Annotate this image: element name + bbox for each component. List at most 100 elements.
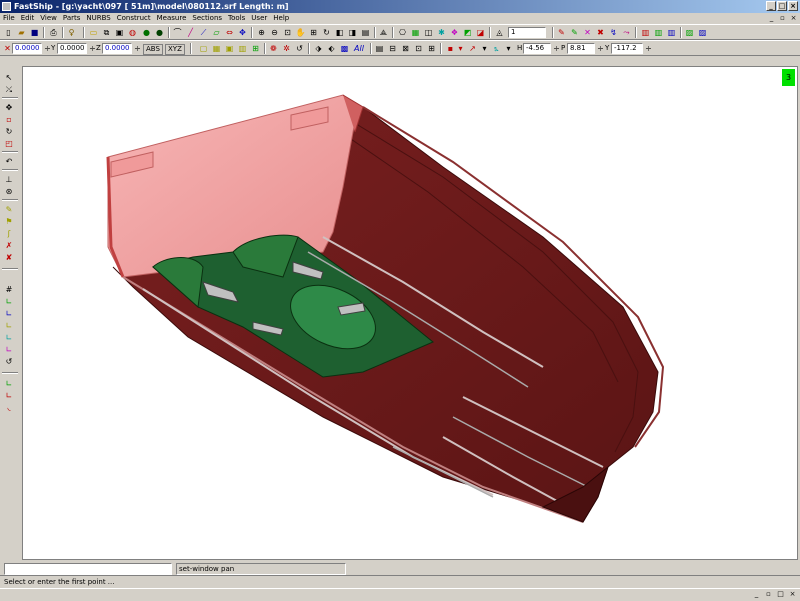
line-green-icon[interactable]: ∟ [3,378,15,389]
curvature-icon[interactable]: ❖ [449,27,460,38]
stretch-icon[interactable]: ◰ [3,138,15,149]
minimize-button[interactable]: _ [766,1,776,11]
pitch-field[interactable]: 8.81 [567,43,595,54]
curve-yellow-icon[interactable]: ∟ [3,320,15,331]
heading-field[interactable]: -4.56 [523,43,551,54]
surface-icon[interactable]: ▱ [211,27,222,38]
box-view-icon[interactable]: ◧ [334,27,345,38]
shade-sphere-icon[interactable]: ● [141,27,152,38]
align-icon[interactable]: ⊥ [3,174,15,185]
render-green-icon[interactable]: ▨ [684,27,695,38]
view-number-badge[interactable]: 3 [782,69,795,86]
knot-delete-icon[interactable]: ✖ [595,27,606,38]
move-icon[interactable]: ✥ [3,102,15,113]
curve-green-icon[interactable]: ∟ [3,296,15,307]
bottom-restore-icon[interactable]: ▫ [764,590,773,599]
mirror-x-icon[interactable]: ✲ [281,43,292,54]
move-arrows-icon[interactable]: ✥ [237,27,248,38]
snap-green-icon[interactable]: ⊞ [250,43,261,54]
print-icon[interactable]: ⎙ [48,27,59,38]
hidden-line-icon[interactable]: ⬗ [313,43,324,54]
menu-construct[interactable]: Construct [114,13,154,24]
menu-measure[interactable]: Measure [154,13,190,24]
shaded-icon[interactable]: ▩ [339,43,350,54]
bottom-close-icon[interactable]: × [788,590,797,599]
pan-hand-icon[interactable]: ✋ [295,27,306,38]
line-red2-icon[interactable]: ◟ [3,402,15,413]
edit-curve-icon[interactable]: ✎ [556,27,567,38]
arrow-red-icon[interactable]: ↗ [467,43,478,54]
part-props-icon[interactable]: ⊠ [400,43,411,54]
curve-refresh-icon[interactable]: ↺ [3,356,15,367]
knot-red2-icon[interactable]: ✘ [3,252,15,263]
select-cross-icon[interactable]: ⤯ [3,84,15,95]
edit-green-icon[interactable]: ✎ [569,27,580,38]
curve-blue-icon[interactable]: ∟ [3,308,15,319]
refresh-icon[interactable]: ↺ [294,43,305,54]
knot-insert-icon[interactable]: ✕ [582,27,593,38]
z-spin-icon[interactable]: ÷ [132,43,143,54]
command-input[interactable] [4,563,172,575]
plate-icon[interactable]: ◪ [475,27,486,38]
doc-minimize-icon[interactable]: _ [767,14,776,23]
flip-arrows-icon[interactable]: ⇔ [224,27,235,38]
bottom-minimize-icon[interactable]: _ [752,590,761,599]
grid-icon[interactable]: # [3,284,15,295]
point-dropdown-icon[interactable]: ▾ [455,43,466,54]
section-cut-icon[interactable]: ◫ [423,27,434,38]
menu-view[interactable]: View [37,13,60,24]
copy-icon[interactable]: ⧉ [101,27,112,38]
curve-magenta-icon[interactable]: ∟ [3,344,15,355]
part-hide-icon[interactable]: ⊡ [413,43,424,54]
side-view-icon[interactable]: ▤ [360,27,371,38]
front-view-icon[interactable]: ◨ [347,27,358,38]
layer-icon[interactable]: ▭ [88,27,99,38]
abs-toggle[interactable]: ABS [143,44,163,55]
line-red-icon[interactable]: ∟ [3,390,15,401]
menu-edit[interactable]: Edit [18,13,38,24]
menu-sections[interactable]: Sections [189,13,225,24]
arrow-dropdown-icon[interactable]: ▾ [479,43,490,54]
select-arrow-icon[interactable]: ↖ [3,72,15,83]
menu-file[interactable]: File [0,13,18,24]
pen-yellow-icon[interactable]: ✎ [3,204,15,215]
3d-viewport[interactable]: 3 [22,66,798,560]
y-coordinate-field[interactable]: 0.0000 [57,43,87,54]
app-icon[interactable] [2,2,11,11]
xyz-toggle[interactable]: XYZ [165,44,185,55]
doc-restore-icon[interactable]: ▫ [778,14,787,23]
hydro-icon[interactable]: ✱ [436,27,447,38]
menu-tools[interactable]: Tools [225,13,248,24]
yaw-field[interactable]: -117.2 [611,43,643,54]
scale-box-icon[interactable]: ▫ [3,114,15,125]
yaw-spin-icon[interactable]: ÷ [643,43,654,54]
menu-parts[interactable]: Parts [60,13,83,24]
part-tree-icon[interactable]: ⊟ [387,43,398,54]
paste-icon[interactable]: ▣ [114,27,125,38]
new-file-icon[interactable]: ▯ [3,27,14,38]
measure-dropdown-icon[interactable]: ▾ [503,43,514,54]
menu-help[interactable]: Help [270,13,292,24]
curve-select-icon[interactable]: ⌒ [172,27,183,38]
perspective-icon[interactable]: ⟁ [378,27,389,38]
snap-edge-icon[interactable]: ▥ [237,43,248,54]
menu-nurbs[interactable]: NURBS [83,13,113,24]
mesh-red-icon[interactable]: ▥ [640,27,651,38]
blue-knot-icon[interactable]: ⟋ [198,27,209,38]
snap-grid-icon[interactable]: ▦ [211,43,222,54]
snap-point-icon[interactable]: ▣ [224,43,235,54]
pen-flag-icon[interactable]: ⚑ [3,216,15,227]
dark-sphere-icon[interactable]: ● [154,27,165,38]
zoom-window-icon[interactable]: ⊡ [282,27,293,38]
snap-yellow-icon[interactable]: ▢ [198,43,209,54]
mesh-green-icon[interactable]: ▥ [653,27,664,38]
mesh-blue-icon[interactable]: ▥ [666,27,677,38]
menu-user[interactable]: User [248,13,270,24]
pen-hook-icon[interactable]: ʃ [3,228,15,239]
zoom-out-icon[interactable]: ⊖ [269,27,280,38]
section-green-icon[interactable]: ▦ [410,27,421,38]
curve-cyan-icon[interactable]: ∟ [3,332,15,343]
part-list-icon[interactable]: ▤ [374,43,385,54]
section-icon[interactable]: ⎔ [397,27,408,38]
render-blue-icon[interactable]: ▨ [697,27,708,38]
